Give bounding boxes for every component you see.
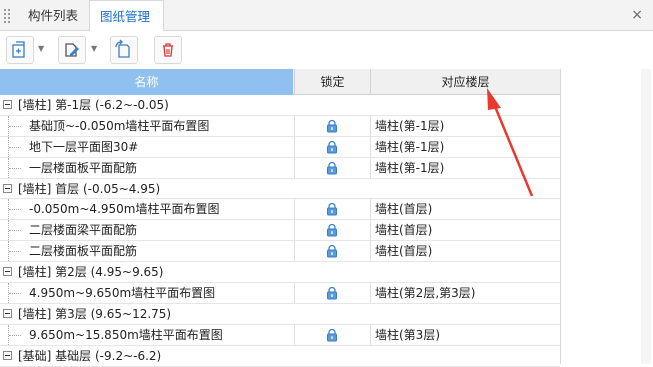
drawing-name: 二层楼面板平面配筋 <box>29 244 138 259</box>
floor-value: 墙柱(首层) <box>375 223 433 238</box>
group-row[interactable]: [墙柱] 第-1层 (-6.2~-0.05) <box>0 95 560 116</box>
tree-connector <box>8 136 23 157</box>
lock-icon[interactable] <box>325 328 339 345</box>
edit-drawing-icon <box>65 43 79 57</box>
table-header: 名称 锁定 对应楼层 <box>0 69 560 95</box>
column-header-name[interactable]: 名称 <box>0 69 293 95</box>
group-label: [墙柱] 第-1层 (-6.2~-0.05) <box>18 98 169 112</box>
lock-icon[interactable] <box>325 223 339 240</box>
floor-value: 墙柱(第-1层) <box>375 118 445 133</box>
lock-cell[interactable] <box>294 157 371 178</box>
drawing-name: 9.650m~15.850m墙柱平面布置图 <box>29 327 223 342</box>
group-label: [墙柱] 第3层 (9.65~12.75) <box>18 306 172 321</box>
table-row[interactable]: -0.050m~4.950m墙柱平面布置图 墙柱(首层) <box>0 199 560 221</box>
drawing-name: 二层楼面梁平面配筋 <box>29 223 138 238</box>
collapse-toggle-icon[interactable] <box>3 100 12 109</box>
group-label: [基础] 基础层 (-9.2~-6.2) <box>18 348 162 363</box>
group-row[interactable]: [基础] 基础层 (-9.2~-6.2) <box>0 346 560 367</box>
drawing-name: 基础顶~-0.050m墙柱平面布置图 <box>29 118 210 133</box>
lock-icon[interactable] <box>325 161 339 178</box>
lock-cell[interactable] <box>294 199 371 220</box>
add-drawing-button[interactable] <box>6 36 34 64</box>
group-row[interactable]: [墙柱] 第2层 (4.95~9.65) <box>0 262 560 284</box>
drawing-name: -0.050m~4.950m墙柱平面布置图 <box>29 202 220 217</box>
tree-connector <box>8 199 23 220</box>
lock-cell[interactable] <box>294 115 371 136</box>
lock-cell[interactable] <box>294 324 371 345</box>
close-icon[interactable]: × <box>631 7 643 23</box>
drawing-name: 一层楼面板平面配筋 <box>29 160 138 175</box>
collapse-toggle-icon[interactable] <box>3 350 12 360</box>
table-body: [墙柱] 第-1层 (-6.2~-0.05) 基础顶~-0.050m墙柱平面布置图… <box>0 95 560 367</box>
table-row[interactable]: 一层楼面板平面配筋 墙柱(第-1层) <box>0 157 560 179</box>
floor-value: 墙柱(第-1层) <box>375 160 445 175</box>
group-row[interactable]: [墙柱] 首层 (-0.05~4.95) <box>0 179 560 200</box>
floor-value: 墙柱(第3层) <box>375 327 440 342</box>
drawing-name: 4.950m~9.650m墙柱平面布置图 <box>29 286 216 301</box>
tree-connector <box>8 324 23 345</box>
tree-connector <box>8 220 23 241</box>
floor-value: 墙柱(首层) <box>375 244 433 259</box>
column-header-floor[interactable]: 对应楼层 <box>371 69 560 95</box>
collapse-toggle-icon[interactable] <box>3 308 12 318</box>
lock-icon[interactable] <box>325 119 339 136</box>
edit-drawing-button[interactable] <box>58 36 86 64</box>
floor-value: 墙柱(首层) <box>375 202 433 217</box>
lock-cell[interactable] <box>294 283 371 304</box>
floor-value: 墙柱(第2层,第3层) <box>375 286 476 301</box>
drawing-name: 地下一层平面图30# <box>29 139 139 154</box>
collapse-toggle-icon[interactable] <box>3 183 12 193</box>
group-row[interactable]: [墙柱] 第3层 (9.65~12.75) <box>0 304 560 325</box>
tree-connector <box>8 157 23 178</box>
lock-icon[interactable] <box>325 244 339 261</box>
table-row[interactable]: 二层楼面梁平面配筋 墙柱(首层) <box>0 220 560 242</box>
table-row[interactable]: 基础顶~-0.050m墙柱平面布置图 墙柱(第-1层) <box>0 115 560 137</box>
edit-dropdown-chevron-icon[interactable]: ▼ <box>91 44 97 53</box>
table-row[interactable]: 9.650m~15.850m墙柱平面布置图 墙柱(第3层) <box>0 324 560 346</box>
group-label: [墙柱] 第2层 (4.95~9.65) <box>18 265 164 280</box>
lock-icon[interactable] <box>325 286 339 303</box>
add-dropdown-chevron-icon[interactable]: ▼ <box>38 44 44 53</box>
tab-component-list[interactable]: 构件列表 <box>18 0 90 31</box>
tree-connector <box>8 115 23 136</box>
lock-cell[interactable] <box>294 136 371 157</box>
group-label: [墙柱] 首层 (-0.05~4.95) <box>18 181 161 196</box>
floor-value: 墙柱(第-1层) <box>375 139 445 154</box>
toolbar: ▼ ▼ <box>0 31 653 69</box>
right-scroll-area[interactable] <box>641 69 651 364</box>
table-row[interactable]: 地下一层平面图30# 墙柱(第-1层) <box>0 136 560 158</box>
drag-handle-icon[interactable] <box>4 9 10 23</box>
table-row[interactable]: 二层楼面板平面配筋 墙柱(首层) <box>0 241 560 263</box>
table-row[interactable]: 4.950m~9.650m墙柱平面布置图 墙柱(第2层,第3层) <box>0 283 560 304</box>
replace-drawing-button[interactable] <box>110 36 138 64</box>
column-header-lock[interactable]: 锁定 <box>294 69 371 95</box>
lock-cell[interactable] <box>294 220 371 241</box>
collapse-toggle-icon[interactable] <box>3 267 12 277</box>
tab-bar: 构件列表 图纸管理 × <box>0 0 653 32</box>
drawing-table: 名称 锁定 对应楼层 [墙柱] 第-1层 (-6.2~-0.05) 基础顶~-0.… <box>0 69 561 367</box>
delete-drawing-button[interactable] <box>154 36 182 64</box>
delete-icon <box>163 43 173 57</box>
lock-cell[interactable] <box>294 241 371 262</box>
lock-icon[interactable] <box>325 140 339 157</box>
tree-connector <box>8 241 23 262</box>
tab-drawing-management[interactable]: 图纸管理 <box>89 0 164 32</box>
replace-drawing-icon <box>115 39 130 58</box>
add-drawing-icon <box>12 41 25 58</box>
lock-icon[interactable] <box>325 202 339 219</box>
tree-connector <box>8 283 23 304</box>
